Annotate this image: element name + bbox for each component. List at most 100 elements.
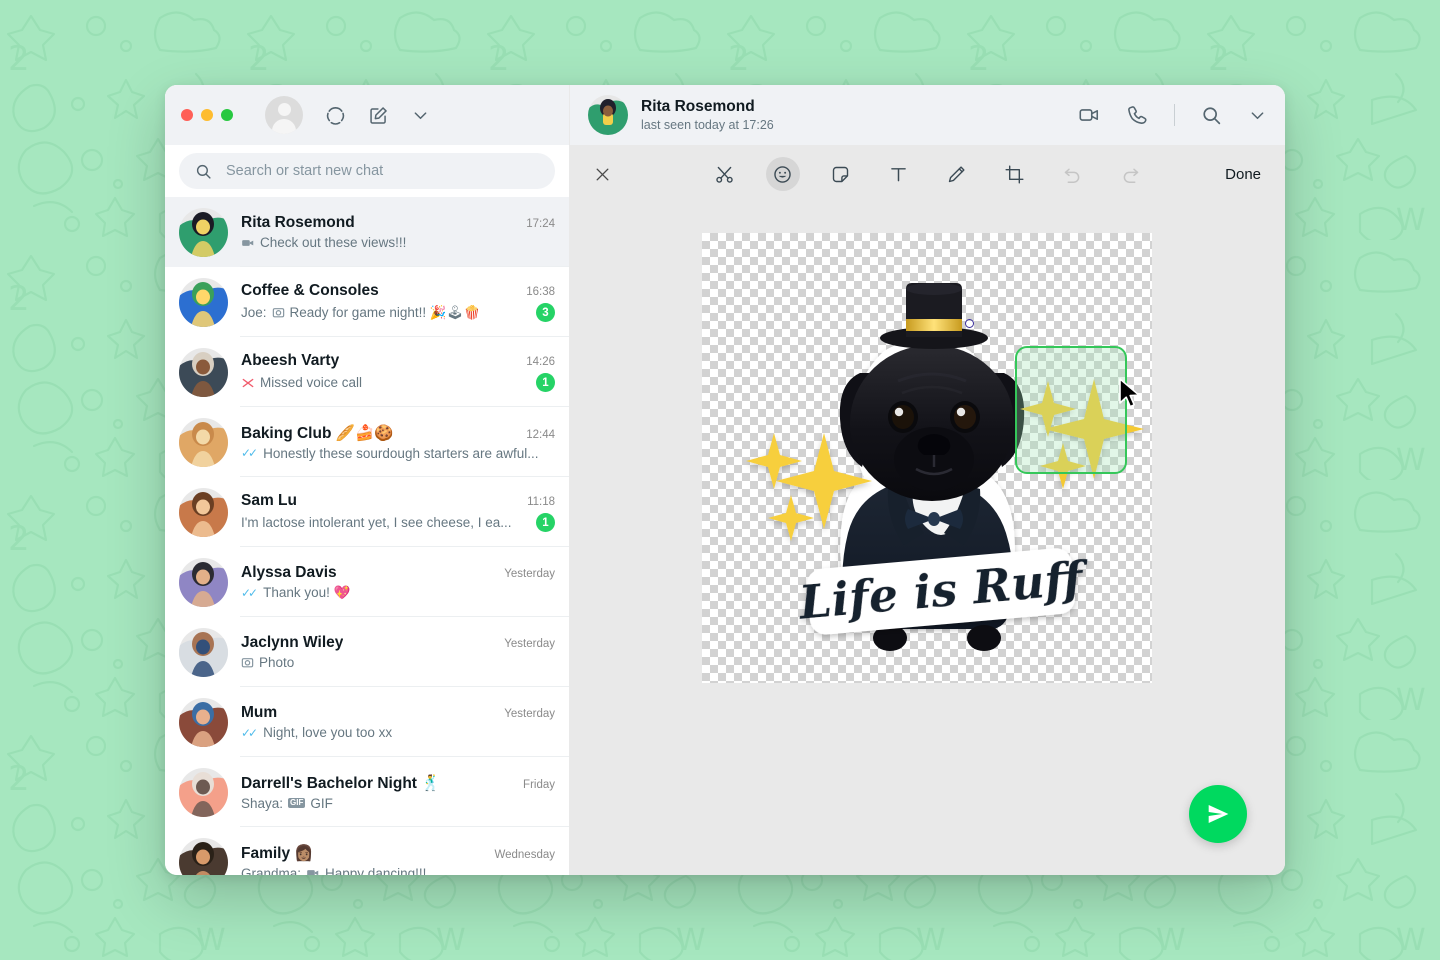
chat-preview: Check out these views!!! bbox=[241, 235, 406, 250]
chat-item-top: Coffee & Consoles16:38 bbox=[241, 282, 555, 300]
chat-list[interactable]: Rita Rosemond17:24 Check out these views!… bbox=[165, 197, 569, 875]
avatar[interactable] bbox=[588, 95, 628, 135]
chat-item-top: Family 👩🏽Wednesday bbox=[241, 844, 555, 863]
chat-preview: Grandma: Happy dancing!!! bbox=[241, 866, 426, 876]
chat-item-body: Alyssa DavisYesterday✓✓Thank you! 💖 bbox=[241, 564, 555, 601]
sticker-canvas[interactable]: Life is Ruff bbox=[702, 233, 1152, 683]
chat-list-item[interactable]: Jaclynn Wiley Yesterday Photo bbox=[165, 617, 569, 687]
chat-list-item[interactable]: MumYesterday✓✓Night, love you too xx bbox=[165, 687, 569, 757]
contact-status: last seen today at 17:26 bbox=[641, 118, 1065, 132]
new-chat-icon[interactable] bbox=[368, 105, 389, 126]
minimize-window-button[interactable] bbox=[201, 109, 213, 121]
avatar[interactable] bbox=[179, 418, 228, 467]
unread-badge: 1 bbox=[536, 373, 555, 392]
chat-list-item[interactable]: Baking Club 🥖🍰🍪 12:44 ✓✓ Honestly these sou… bbox=[165, 407, 569, 477]
voice-call-icon[interactable] bbox=[1126, 104, 1148, 126]
traffic-lights bbox=[181, 109, 233, 121]
crop-icon[interactable] bbox=[998, 157, 1032, 191]
chat-list-item[interactable]: Coffee & Consoles16:38Joe:Ready for game… bbox=[165, 267, 569, 337]
close-icon[interactable] bbox=[594, 166, 611, 183]
chat-item-top: Rita Rosemond17:24 bbox=[241, 214, 555, 232]
chat-item-body: MumYesterday✓✓Night, love you too xx bbox=[241, 704, 555, 740]
chat-preview-text: Missed voice call bbox=[260, 375, 362, 390]
chat-item-bottom: ✓✓ Honestly these sourdough starters are … bbox=[241, 446, 555, 461]
chat-preview-sender: Grandma: bbox=[241, 866, 301, 876]
video-icon bbox=[306, 866, 320, 875]
pencil-icon[interactable] bbox=[940, 157, 974, 191]
chat-preview: Shaya:GIFGIF bbox=[241, 796, 333, 811]
read-receipt-icon: ✓✓ bbox=[241, 446, 255, 460]
avatar[interactable] bbox=[179, 558, 228, 607]
chat-item-bottom: Shaya:GIFGIF bbox=[241, 796, 555, 811]
chat-preview: ✓✓Night, love you too xx bbox=[241, 725, 392, 740]
status-ring-icon[interactable] bbox=[325, 105, 346, 126]
chat-name: Baking Club 🥖🍰🍪 bbox=[241, 424, 394, 443]
chat-name: Abeesh Varty bbox=[241, 352, 339, 370]
chat-item-bottom: I'm lactose intolerant yet, I see cheese… bbox=[241, 513, 555, 532]
chat-list-item[interactable]: Family 👩🏽Wednesday Grandma: Happy dancing!… bbox=[165, 827, 569, 875]
chat-list-item[interactable]: Sam Lu11:18I'm lactose intolerant yet, I… bbox=[165, 477, 569, 547]
sticker-icon[interactable] bbox=[824, 157, 858, 191]
emoji-icon[interactable] bbox=[766, 157, 800, 191]
chat-item-top: Darrell's Bachelor Night 🕺Friday bbox=[241, 774, 555, 793]
selection-handle-rotate[interactable] bbox=[965, 319, 974, 328]
missed-call-icon bbox=[241, 376, 255, 390]
maximize-window-button[interactable] bbox=[221, 109, 233, 121]
chat-name: Family 👩🏽 bbox=[241, 844, 314, 863]
chat-preview-text: Photo bbox=[259, 655, 294, 670]
chat-name: Jaclynn Wiley bbox=[241, 634, 343, 652]
chat-preview-text: I'm lactose intolerant yet, I see cheese… bbox=[241, 515, 511, 530]
avatar[interactable] bbox=[179, 768, 228, 817]
chat-item-top: Abeesh Varty14:26 bbox=[241, 352, 555, 370]
photo-icon bbox=[241, 656, 254, 669]
chat-preview-text: Night, love you too xx bbox=[263, 725, 392, 740]
avatar[interactable] bbox=[179, 698, 228, 747]
chat-item-bottom: Photo bbox=[241, 655, 555, 670]
chat-list-item[interactable]: Rita Rosemond17:24 Check out these views!… bbox=[165, 197, 569, 267]
chat-item-body: Baking Club 🥖🍰🍪 12:44 ✓✓ Honestly these sou… bbox=[241, 424, 555, 461]
avatar[interactable] bbox=[179, 838, 228, 876]
send-button[interactable] bbox=[1189, 785, 1247, 843]
avatar[interactable] bbox=[179, 628, 228, 677]
chat-list-item[interactable]: Abeesh Varty14:26 Missed voice call 1 bbox=[165, 337, 569, 407]
avatar[interactable] bbox=[179, 278, 228, 327]
sticker-selection-box[interactable] bbox=[1015, 346, 1127, 474]
chat-preview: Photo bbox=[241, 655, 294, 670]
crop-cut-icon[interactable] bbox=[708, 157, 742, 191]
chat-preview-sender: Joe: bbox=[241, 305, 267, 320]
chat-preview-text: Happy dancing!!! bbox=[325, 866, 426, 876]
chat-list-item[interactable]: Darrell's Bachelor Night 🕺Friday Shaya:GI… bbox=[165, 757, 569, 827]
avatar[interactable] bbox=[179, 348, 228, 397]
contact-name: Rita Rosemond bbox=[641, 98, 1065, 116]
text-icon[interactable] bbox=[882, 157, 916, 191]
chat-item-top: Jaclynn Wiley Yesterday bbox=[241, 634, 555, 652]
chat-list-item[interactable]: Alyssa DavisYesterday✓✓Thank you! 💖 bbox=[165, 547, 569, 617]
unread-badge: 1 bbox=[536, 513, 555, 532]
undo-icon bbox=[1056, 157, 1090, 191]
chat-preview: I'm lactose intolerant yet, I see cheese… bbox=[241, 515, 511, 530]
chat-timestamp: 17:24 bbox=[526, 218, 555, 230]
chevron-down-icon[interactable] bbox=[411, 106, 430, 125]
profile-avatar[interactable] bbox=[265, 96, 303, 134]
chevron-down-icon[interactable] bbox=[1248, 106, 1267, 125]
avatar[interactable] bbox=[179, 208, 228, 257]
avatar[interactable] bbox=[179, 488, 228, 537]
search-bar: Search or start new chat bbox=[165, 145, 569, 197]
chat-preview-text: GIF bbox=[310, 796, 333, 811]
close-window-button[interactable] bbox=[181, 109, 193, 121]
chat-item-bottom: ✓✓Night, love you too xx bbox=[241, 725, 555, 740]
chat-preview: ✓✓ Honestly these sourdough starters are … bbox=[241, 446, 539, 461]
chat-timestamp: Yesterday bbox=[504, 638, 555, 650]
chat-item-body: Family 👩🏽Wednesday Grandma: Happy dancing!… bbox=[241, 844, 555, 876]
tool-group bbox=[708, 157, 1148, 191]
whatsapp-window: Search or start new chat Rita Rosemond17… bbox=[165, 85, 1285, 875]
chat-preview-text: Honestly these sourdough starters are aw… bbox=[263, 446, 538, 461]
search-icon[interactable] bbox=[1201, 105, 1222, 126]
send-icon bbox=[1205, 801, 1231, 827]
photo-icon bbox=[272, 306, 285, 319]
chat-timestamp: 12:44 bbox=[526, 429, 555, 441]
video-call-icon[interactable] bbox=[1078, 104, 1100, 126]
search-input[interactable]: Search or start new chat bbox=[179, 153, 555, 189]
chat-item-body: Darrell's Bachelor Night 🕺Friday Shaya:GI… bbox=[241, 774, 555, 811]
done-button[interactable]: Done bbox=[1225, 166, 1261, 183]
